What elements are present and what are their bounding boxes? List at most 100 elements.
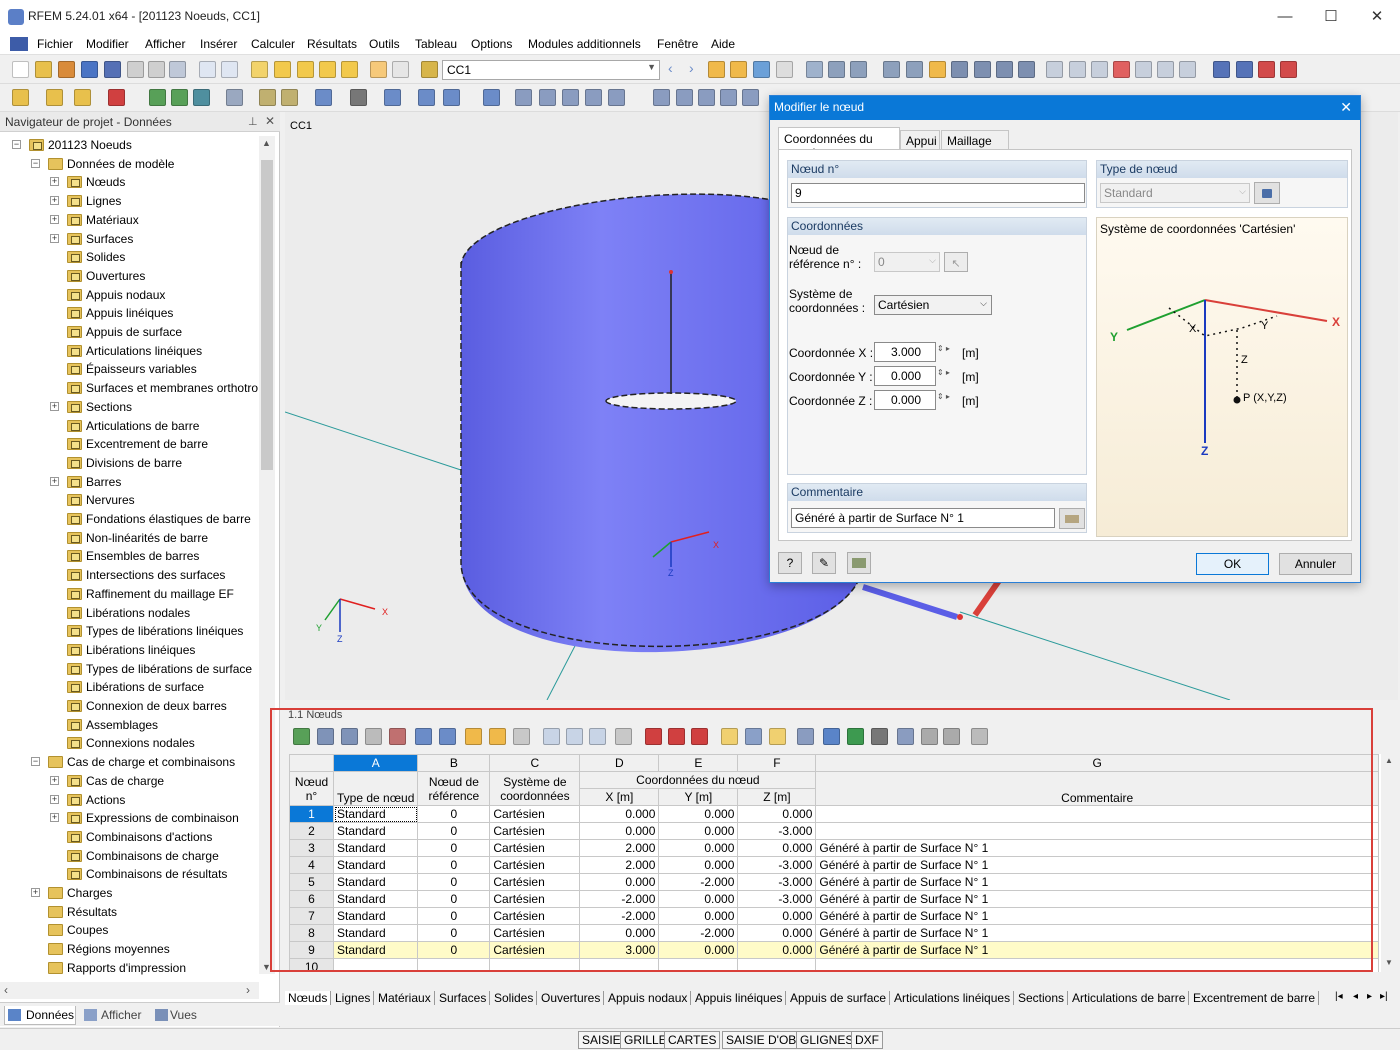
tree-item-17[interactable]: Nervures [86, 491, 135, 509]
menu-inserer[interactable]: Insérer [200, 37, 237, 51]
next-icon[interactable]: › [689, 60, 694, 76]
polyline-tool-icon[interactable] [74, 89, 91, 106]
table-tab-11[interactable]: Articulations de barre [1069, 991, 1190, 1005]
status-saisie[interactable]: SAISIE [578, 1031, 625, 1049]
table-tab-7[interactable]: Appuis linéiques [692, 991, 787, 1005]
zoom-out-icon[interactable] [698, 89, 715, 106]
scroll-thumb[interactable] [261, 160, 273, 470]
globe-icon[interactable] [81, 61, 98, 78]
results2-icon[interactable] [730, 61, 747, 78]
tree-item-2-expander[interactable]: + [50, 214, 59, 224]
menu-afficher[interactable]: Afficher [145, 37, 185, 51]
tool5-icon[interactable] [1157, 61, 1174, 78]
member-tool-icon[interactable] [149, 89, 166, 106]
tree-item-13[interactable]: Articulations de barre [86, 417, 199, 435]
menu-fichier[interactable]: Fichier [37, 37, 73, 51]
tree-item-4[interactable]: Solides [86, 248, 125, 266]
tree-root-expander[interactable]: − [12, 140, 21, 149]
undo-icon[interactable] [199, 61, 216, 78]
merge-icon[interactable] [608, 89, 625, 106]
tree-item-1[interactable]: Lignes [86, 192, 121, 210]
visibility-icon[interactable] [315, 89, 332, 106]
view-icon[interactable] [753, 61, 770, 78]
y-spin-icon[interactable]: ⇕ ▸ [937, 368, 950, 377]
report-icon[interactable] [169, 61, 186, 78]
tab-vues[interactable]: Vues [153, 1006, 213, 1025]
minimize-button[interactable]: — [1262, 4, 1308, 30]
load-tool-icon[interactable] [226, 89, 243, 106]
solid-icon[interactable] [1018, 61, 1035, 78]
scroll-up-icon[interactable]: ▲ [262, 138, 271, 148]
tree-item-20[interactable]: Ensembles de barres [86, 547, 199, 565]
tree-item-18[interactable]: Fondations élastiques de barre [86, 510, 251, 528]
tree-item-15[interactable]: Divisions de barre [86, 454, 182, 472]
cube-icon[interactable] [418, 89, 435, 106]
tree-load-item-4[interactable]: Combinaisons de charge [86, 847, 219, 865]
menu-calculer[interactable]: Calculer [251, 37, 295, 51]
tree-load-cases[interactable]: Cas de charge et combinaisons [67, 753, 235, 771]
window-icon[interactable] [341, 61, 358, 78]
tree-load-cases-expander[interactable]: − [31, 757, 40, 767]
target-icon[interactable] [297, 61, 314, 78]
line-tool-icon[interactable] [46, 89, 63, 106]
tree-load-item-0[interactable]: Cas de charge [86, 772, 164, 790]
ok-button[interactable]: OK [1196, 553, 1269, 575]
edit-button[interactable]: ✎ [812, 552, 836, 574]
tree-load-item-0-expander[interactable]: + [50, 775, 59, 785]
node-icon[interactable] [929, 61, 946, 78]
table-tab-12[interactable]: Excentrement de barre [1190, 991, 1320, 1005]
export-icon[interactable] [1213, 61, 1230, 78]
tree-item-2[interactable]: Matériaux [86, 211, 139, 229]
dialog-close-icon[interactable]: ✕ [1340, 99, 1352, 116]
x-input[interactable]: 3.000 [874, 342, 936, 362]
tree-item-28[interactable]: Connexion de deux barres [86, 697, 227, 715]
tab-afficher[interactable]: Afficher [82, 1006, 150, 1025]
navigator-close-icon[interactable]: ✕ [265, 114, 275, 128]
mesh2-icon[interactable] [906, 61, 923, 78]
table-icon[interactable] [370, 61, 387, 78]
tool6-icon[interactable] [1179, 61, 1196, 78]
tree-load-item-2-expander[interactable]: + [50, 813, 59, 823]
tree-item-10[interactable]: Épaisseurs variables [86, 360, 197, 378]
tree-load-item-2[interactable]: Expressions de combinaison [86, 809, 239, 827]
maximize-button[interactable]: ☐ [1308, 4, 1354, 30]
menu-outils[interactable]: Outils [369, 37, 400, 51]
open-icon[interactable] [35, 61, 52, 78]
tree-load-item-1-expander[interactable]: + [50, 794, 59, 804]
pdf-icon[interactable] [1258, 61, 1275, 78]
tab-last-icon[interactable]: ▸| [1380, 991, 1388, 1002]
help-button[interactable]: ? [778, 552, 802, 574]
table-tab-8[interactable]: Appuis de surface [787, 991, 891, 1005]
table-tab-4[interactable]: Solides [491, 991, 538, 1005]
menu-fenetre[interactable]: Fenêtre [657, 37, 698, 51]
node-type-select[interactable]: Standard ⌵ [1100, 183, 1250, 203]
pdf2-icon[interactable] [1280, 61, 1297, 78]
surface-icon[interactable] [996, 61, 1013, 78]
tree-item-5[interactable]: Ouvertures [86, 267, 145, 285]
dialog-tab-coords[interactable]: Coordonnées du nœud [778, 127, 900, 160]
tree-item-9[interactable]: Articulations linéiques [86, 342, 202, 360]
dialog-tab-mesh[interactable]: Maillage EF [941, 130, 1009, 162]
tree-item-3[interactable]: Surfaces [86, 230, 133, 248]
load-case-select[interactable]: CC1 ▼ [442, 60, 660, 80]
tree-item-12[interactable]: Sections [86, 398, 132, 416]
section-tool-icon[interactable] [281, 89, 298, 106]
check-icon[interactable] [653, 89, 670, 106]
z-spin-icon[interactable]: ⇕ ▸ [937, 392, 950, 401]
tree-item-7[interactable]: Appuis linéiques [86, 304, 173, 322]
table-scroll-down-icon[interactable]: ▼ [1385, 958, 1393, 967]
dim-tool-icon[interactable] [259, 89, 276, 106]
x-spin-icon[interactable]: ⇕ ▸ [937, 344, 950, 353]
table-tab-0[interactable]: Nœuds [285, 991, 332, 1005]
tool1-icon[interactable] [1046, 61, 1063, 78]
tree-item-21[interactable]: Intersections des surfaces [86, 566, 225, 584]
delete-icon[interactable] [1113, 61, 1130, 78]
edit-icon[interactable] [251, 61, 268, 78]
table-tab-5[interactable]: Ouvertures [538, 991, 605, 1005]
tree-item-24[interactable]: Types de libérations linéiques [86, 622, 243, 640]
table-tab-2[interactable]: Matériaux [375, 991, 435, 1005]
menu-modules[interactable]: Modules additionnels [528, 37, 641, 51]
cs-select[interactable]: Cartésien ⌵ [874, 295, 992, 315]
tree-model-data[interactable]: Données de modèle [67, 155, 174, 173]
display-icon[interactable] [350, 89, 367, 106]
